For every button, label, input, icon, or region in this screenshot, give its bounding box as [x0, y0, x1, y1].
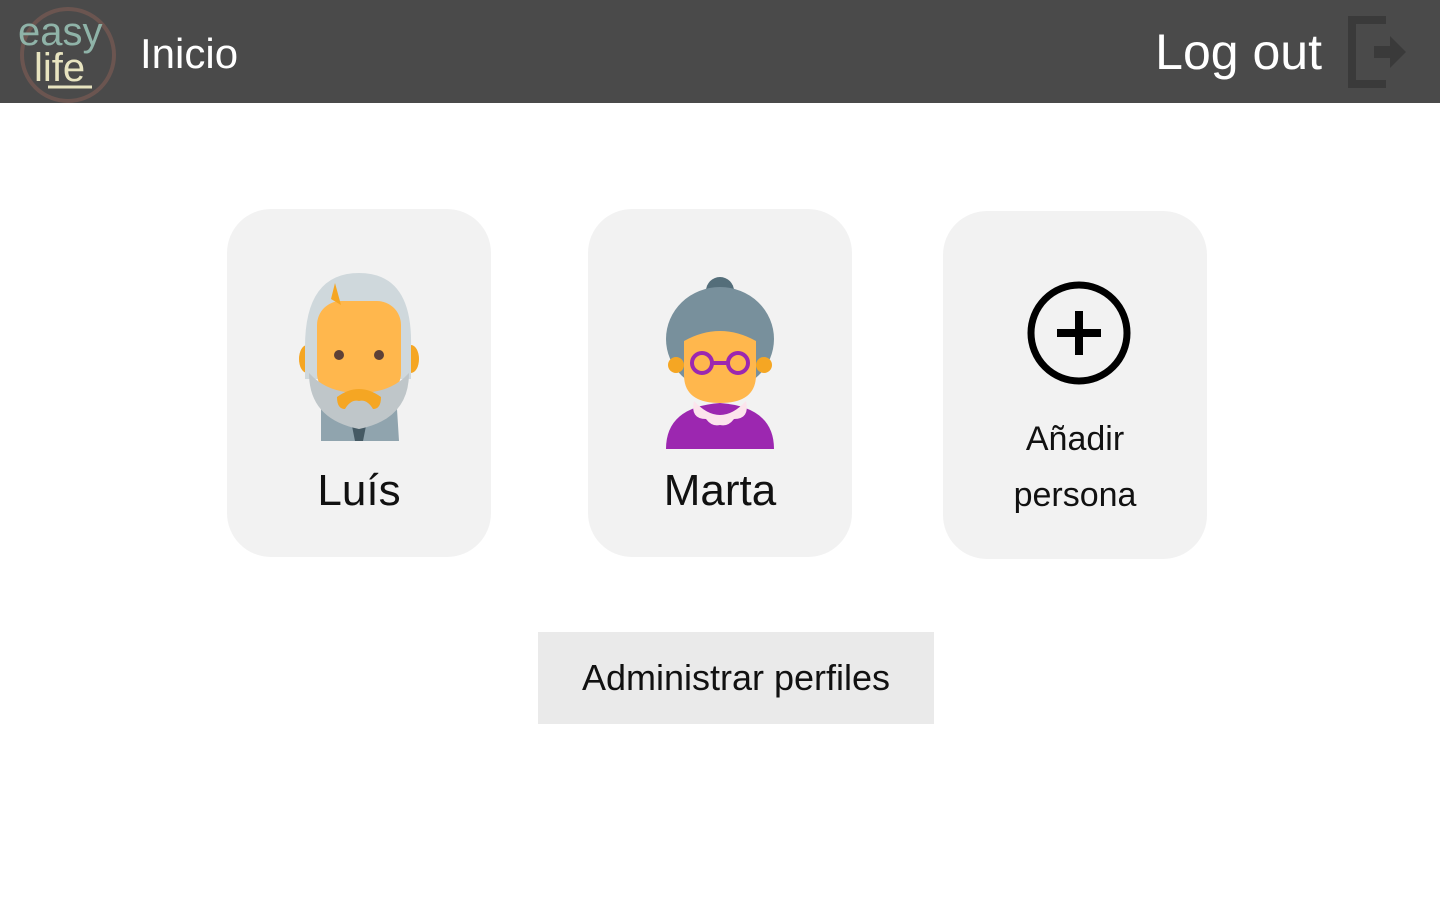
profile-card-luis[interactable]: Luís [227, 209, 491, 557]
profile-name: Marta [663, 466, 777, 515]
elderly-man-avatar [287, 269, 431, 449]
plus-circle-icon [1025, 279, 1133, 387]
profile-name: Luís [317, 466, 401, 515]
profile-card-marta[interactable]: Marta [588, 209, 852, 557]
easylife-logo[interactable]: easy life [14, 3, 118, 103]
logo-text-life: life [34, 46, 85, 90]
elderly-woman-avatar [648, 269, 792, 449]
add-person-card[interactable]: Añadir persona [943, 211, 1207, 559]
top-bar: easy life Inicio Log out [0, 0, 1440, 103]
add-person-label: Añadir persona [1013, 420, 1137, 514]
logout-button[interactable]: Log out [1155, 16, 1410, 88]
manage-profiles-button[interactable]: Administrar perfiles [538, 632, 934, 724]
page-title: Inicio [140, 30, 239, 77]
logout-label: Log out [1155, 24, 1322, 80]
logout-icon [1346, 16, 1410, 88]
